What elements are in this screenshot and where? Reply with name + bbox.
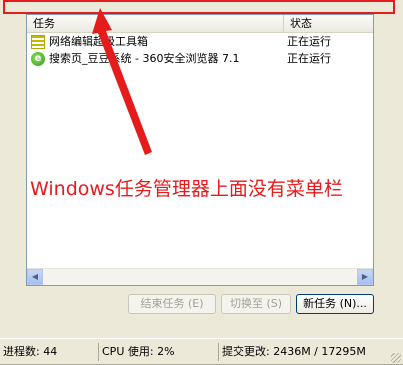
switch-to-button[interactable]: 切换至 (S): [221, 294, 291, 314]
column-header-status[interactable]: 状态: [284, 15, 374, 32]
resize-grip-icon[interactable]: [391, 353, 401, 363]
toolbox-icon: [31, 35, 45, 49]
task-manager-window: 任务 状态 网络编辑超级工具箱 正在运行 e 搜索页_豆豆系统 - 360安全浏…: [0, 0, 403, 364]
task-status: 正在运行: [287, 35, 331, 48]
list-header: 任务 状态: [27, 15, 373, 33]
cpu-usage: CPU 使用: 2%: [98, 343, 216, 361]
scroll-right-icon[interactable]: ▶: [357, 269, 373, 285]
annotation-text: Windows任务管理器上面没有菜单栏: [30, 178, 343, 200]
task-name: 网络编辑超级工具箱: [49, 35, 148, 48]
task-name: 搜索页_豆豆系统 - 360安全浏览器 7.1: [49, 52, 240, 65]
column-header-task[interactable]: 任务: [27, 15, 284, 32]
browser-360-icon: e: [31, 52, 45, 66]
process-count: 进程数: 44: [3, 345, 58, 358]
new-task-button[interactable]: 新任务 (N)...: [296, 294, 374, 314]
applications-list[interactable]: 任务 状态 网络编辑超级工具箱 正在运行 e 搜索页_豆豆系统 - 360安全浏…: [26, 14, 374, 286]
status-bar: 进程数: 44 CPU 使用: 2% 提交更改: 2436M / 17295M: [0, 338, 403, 365]
list-item[interactable]: e 搜索页_豆豆系统 - 360安全浏览器 7.1 正在运行: [27, 51, 373, 67]
list-item[interactable]: 网络编辑超级工具箱 正在运行: [27, 34, 373, 50]
scroll-left-icon[interactable]: ◀: [27, 269, 43, 285]
commit-charge: 提交更改: 2436M / 17295M: [218, 343, 390, 361]
menu-bar-highlight-box: [3, 0, 395, 14]
horizontal-scrollbar[interactable]: ◀ ▶: [27, 268, 373, 285]
end-task-button[interactable]: 结束任务 (E): [128, 294, 216, 314]
task-status: 正在运行: [287, 52, 331, 65]
